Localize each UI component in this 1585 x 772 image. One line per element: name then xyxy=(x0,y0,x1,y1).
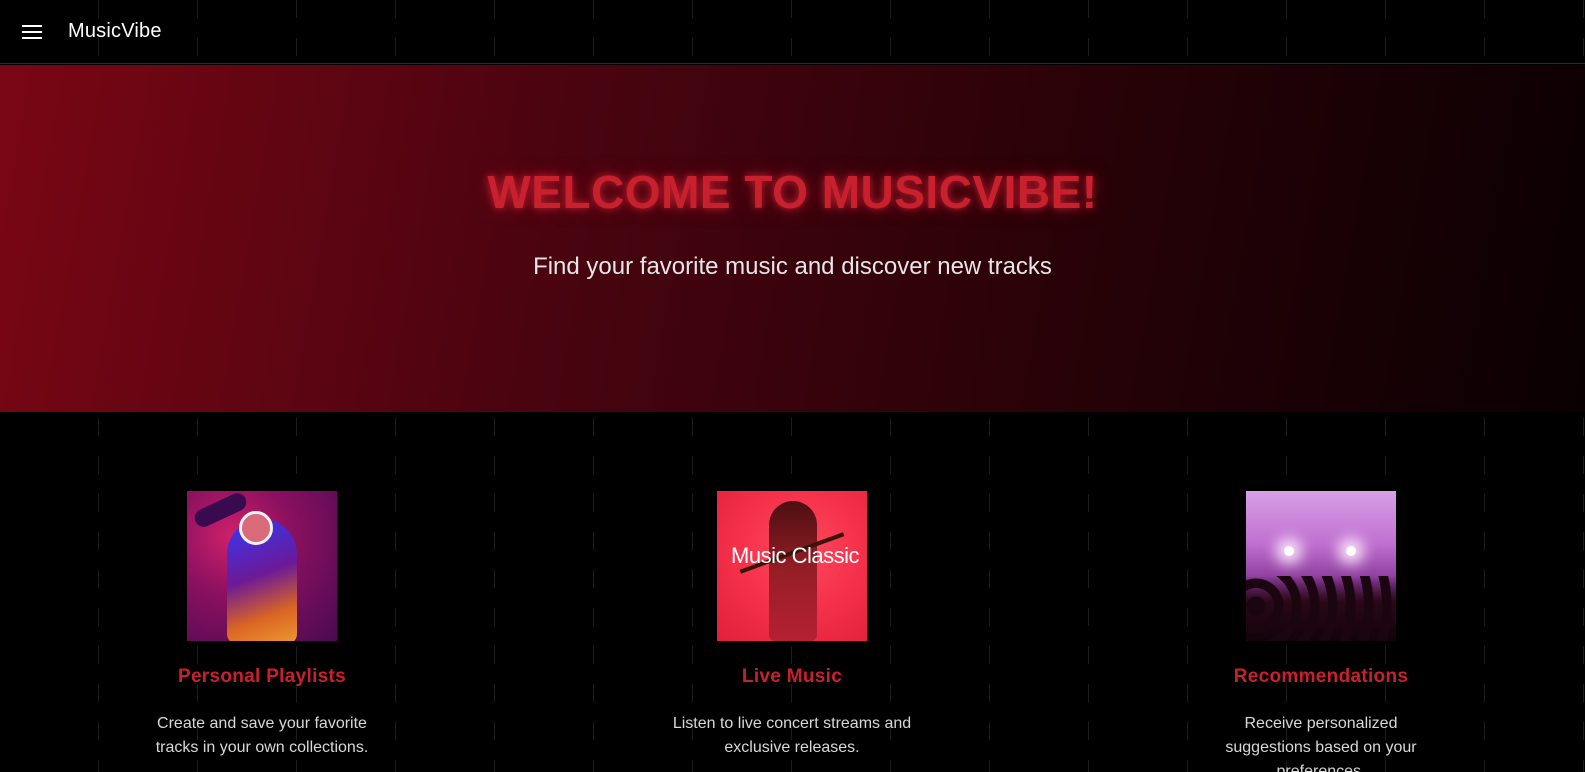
feature-card-live-music[interactable]: Music Classic Live Music Listen to live … xyxy=(612,491,972,760)
hero-title: WELCOME TO MUSICVIBE! xyxy=(487,166,1098,218)
feature-description: Create and save your favorite tracks in … xyxy=(155,715,369,756)
feature-title: Personal Playlists xyxy=(177,666,347,687)
feature-card-recommendations[interactable]: Recommendations Receive personalized sug… xyxy=(1141,491,1501,772)
hero-subtitle: Find your favorite music and discover ne… xyxy=(533,253,1052,280)
features-section: Personal Playlists Create and save your … xyxy=(0,412,1585,772)
feature-title: Live Music xyxy=(741,666,843,687)
feature-title: Recommendations xyxy=(1233,666,1409,687)
feature-description: Receive personalized suggestions based o… xyxy=(1225,715,1417,772)
live-music-image: Music Classic xyxy=(717,491,867,641)
feature-card-playlists[interactable]: Personal Playlists Create and save your … xyxy=(82,491,442,760)
brand-title[interactable]: MusicVibe xyxy=(68,20,162,43)
playlist-image xyxy=(187,491,337,641)
top-app-bar: MusicVibe xyxy=(0,0,1585,64)
recommendations-image xyxy=(1246,491,1396,641)
hero-section: WELCOME TO MUSICVIBE! Find your favorite… xyxy=(0,65,1585,412)
menu-icon xyxy=(22,24,42,39)
menu-button[interactable] xyxy=(0,0,64,64)
live-music-image-caption: Music Classic xyxy=(731,543,859,568)
feature-description: Listen to live concert streams and exclu… xyxy=(672,715,912,756)
